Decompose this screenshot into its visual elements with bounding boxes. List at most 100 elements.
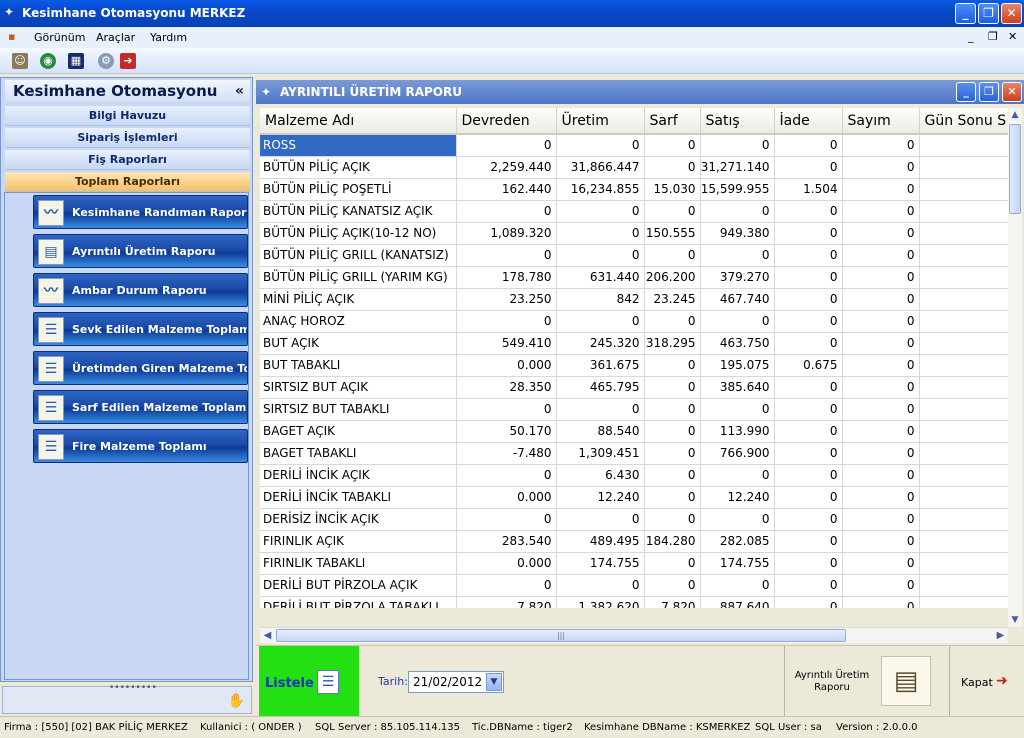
- table-cell[interactable]: 0.000: [456, 552, 557, 575]
- table-cell[interactable]: SIRTSIZ BUT AÇIK: [260, 376, 457, 399]
- table-cell[interactable]: DERİLİ BUT PİRZOLA AÇIK: [260, 574, 457, 597]
- table-cell[interactable]: 31,866.447: [556, 156, 645, 179]
- data-grid[interactable]: Malzeme Adı Devreden Üretim Sarf Satış İade Sa…: [260, 108, 1008, 608]
- table-cell[interactable]: [919, 310, 1008, 333]
- report-button-label[interactable]: Ayrıntılı Üretim Raporu: [791, 670, 873, 694]
- table-cell[interactable]: FIRINLIK AÇIK: [260, 530, 457, 553]
- table-cell[interactable]: 0: [774, 574, 843, 597]
- table-cell[interactable]: 0: [700, 244, 775, 267]
- table-cell[interactable]: 489.495: [556, 530, 645, 553]
- table-cell[interactable]: 0: [774, 222, 843, 245]
- table-cell[interactable]: [919, 442, 1008, 465]
- table-cell[interactable]: 0: [774, 288, 843, 311]
- table-cell[interactable]: BAGET AÇIK: [260, 420, 457, 443]
- splitter-grip[interactable]: •••••••••: [109, 683, 157, 693]
- table-row[interactable]: BUT AÇIK 549.410 245.320 318.295 463.750 0 0: [260, 332, 1008, 355]
- mdi-minimize-button[interactable]: _: [968, 30, 974, 43]
- table-cell[interactable]: 0: [556, 398, 645, 421]
- table-cell[interactable]: 0.000: [456, 354, 557, 377]
- minimize-button[interactable]: _: [955, 3, 976, 24]
- menu-araclar[interactable]: Araçlar: [96, 31, 135, 44]
- table-cell[interactable]: 0: [644, 552, 701, 575]
- table-cell[interactable]: 283.540: [456, 530, 557, 553]
- table-row[interactable]: FIRINLIK AÇIK 283.540 489.495 184.280 282.08…: [260, 530, 1008, 553]
- nav-item-ayrintili-uretim-raporu[interactable]: ▤ Ayrıntılı Üretim Raporu: [33, 234, 248, 268]
- table-cell[interactable]: 0: [456, 134, 557, 157]
- table-cell[interactable]: 0: [842, 420, 920, 443]
- nav-item-fire-malzeme[interactable]: ☰ Fire Malzeme Toplamı: [33, 429, 248, 463]
- table-cell[interactable]: 318.295: [644, 332, 701, 355]
- table-cell[interactable]: 0: [774, 552, 843, 575]
- table-cell[interactable]: 0: [644, 486, 701, 509]
- table-cell[interactable]: 0: [842, 530, 920, 553]
- scroll-up-icon[interactable]: ▲: [1008, 108, 1022, 122]
- table-cell[interactable]: 0: [774, 508, 843, 531]
- table-cell[interactable]: 0: [700, 464, 775, 487]
- settings-icon[interactable]: ⚙: [98, 53, 114, 69]
- scroll-right-icon[interactable]: ▶: [993, 628, 1008, 643]
- table-cell[interactable]: 0: [842, 266, 920, 289]
- table-row[interactable]: FIRINLIK TABAKLI 0.000 174.755 0 174.755 0 0: [260, 552, 1008, 575]
- table-cell[interactable]: 0: [774, 310, 843, 333]
- table-cell[interactable]: 0: [644, 420, 701, 443]
- table-cell[interactable]: 23.245: [644, 288, 701, 311]
- table-cell[interactable]: 31,271.140: [700, 156, 775, 179]
- table-cell[interactable]: [919, 288, 1008, 311]
- table-cell[interactable]: -7.480: [456, 442, 557, 465]
- table-cell[interactable]: 1,089.320: [456, 222, 557, 245]
- table-cell[interactable]: 0: [842, 552, 920, 575]
- table-cell[interactable]: 0: [644, 200, 701, 223]
- column-header[interactable]: Sarf: [644, 108, 701, 135]
- mdi-close-button[interactable]: ✕: [1008, 30, 1017, 43]
- nav-item-uretimden-giren-malzeme[interactable]: ☰ Üretimden Giren Malzeme Toplamı: [33, 351, 248, 385]
- category-siparis-islemleri[interactable]: Sipariş İşlemleri: [5, 128, 250, 148]
- exit-icon[interactable]: ➜: [996, 673, 1008, 689]
- table-cell[interactable]: 0: [774, 376, 843, 399]
- table-cell[interactable]: 7.820: [456, 596, 557, 608]
- restore-button[interactable]: ❐: [978, 3, 999, 24]
- table-cell[interactable]: DERİLİ İNCİK TABAKLI: [260, 486, 457, 509]
- table-cell[interactable]: [919, 530, 1008, 553]
- table-cell[interactable]: 0: [700, 574, 775, 597]
- table-cell[interactable]: 361.675: [556, 354, 645, 377]
- table-cell[interactable]: 0: [456, 574, 557, 597]
- table-cell[interactable]: 12.240: [700, 486, 775, 509]
- table-cell[interactable]: 0: [842, 486, 920, 509]
- table-cell[interactable]: 1.504: [774, 178, 843, 201]
- table-cell[interactable]: 0: [556, 310, 645, 333]
- table-cell[interactable]: 0: [700, 398, 775, 421]
- collapse-panel-button[interactable]: «: [235, 80, 244, 102]
- nav-item-sevk-edilen-malzeme[interactable]: ☰ Sevk Edilen Malzeme Toplamı: [33, 312, 248, 346]
- table-cell[interactable]: 2,259.440: [456, 156, 557, 179]
- table-cell[interactable]: 0: [644, 354, 701, 377]
- table-cell[interactable]: 0: [842, 134, 920, 157]
- table-cell[interactable]: BÜTÜN PİLİÇ AÇIK: [260, 156, 457, 179]
- table-cell[interactable]: 1,309.451: [556, 442, 645, 465]
- table-cell[interactable]: 0: [774, 134, 843, 157]
- table-cell[interactable]: [919, 178, 1008, 201]
- nav-item-ambar-durum-raporu[interactable]: 〰 Ambar Durum Raporu: [33, 273, 248, 307]
- table-cell[interactable]: 28.350: [456, 376, 557, 399]
- table-cell[interactable]: 150.555: [644, 222, 701, 245]
- table-cell[interactable]: BÜTÜN PİLİÇ POŞETLİ: [260, 178, 457, 201]
- table-row[interactable]: BÜTÜN PİLİÇ KANATSIZ AÇIK 0 0 0 0 0 0: [260, 200, 1008, 223]
- table-cell[interactable]: 0: [556, 134, 645, 157]
- table-cell[interactable]: 0: [842, 596, 920, 608]
- table-cell[interactable]: [919, 552, 1008, 575]
- table-cell[interactable]: [919, 376, 1008, 399]
- table-cell[interactable]: ROSS: [260, 134, 457, 157]
- table-cell[interactable]: BUT AÇIK: [260, 332, 457, 355]
- table-cell[interactable]: 0: [842, 398, 920, 421]
- table-cell[interactable]: 0: [556, 244, 645, 267]
- report-restore-button[interactable]: ❐: [979, 82, 999, 102]
- table-row[interactable]: SIRTSIZ BUT AÇIK 28.350 465.795 0 385.640 0 0: [260, 376, 1008, 399]
- table-cell[interactable]: 0: [456, 310, 557, 333]
- scroll-down-icon[interactable]: ▼: [1008, 613, 1022, 627]
- vertical-scrollbar[interactable]: ▲ ▼: [1008, 108, 1022, 627]
- table-cell[interactable]: 0: [774, 266, 843, 289]
- table-cell[interactable]: 0: [700, 508, 775, 531]
- table-cell[interactable]: 0: [456, 200, 557, 223]
- table-cell[interactable]: 0: [842, 200, 920, 223]
- table-cell[interactable]: [919, 398, 1008, 421]
- table-cell[interactable]: 0: [556, 508, 645, 531]
